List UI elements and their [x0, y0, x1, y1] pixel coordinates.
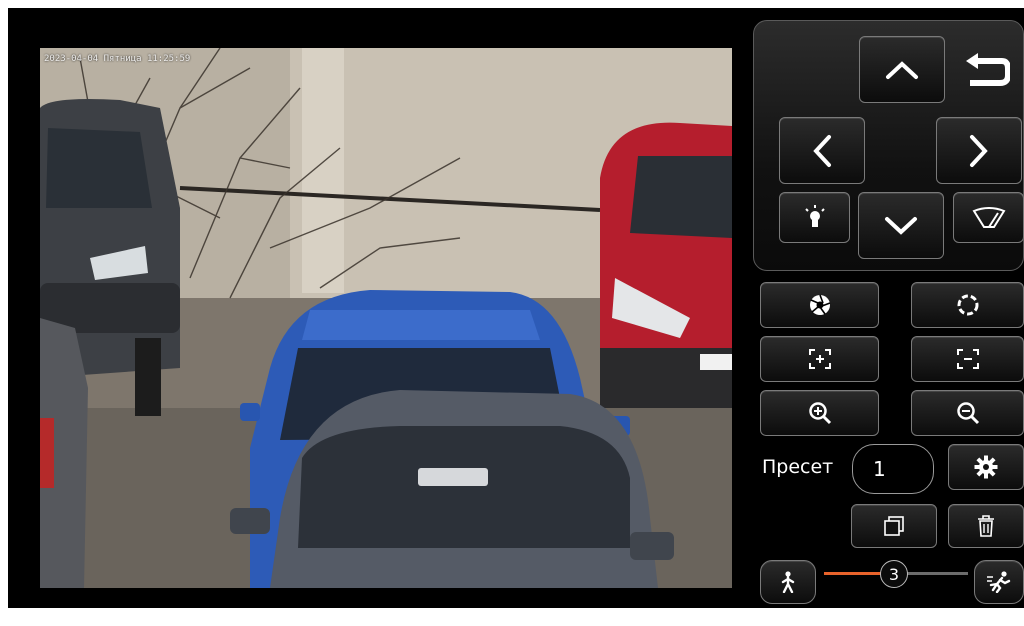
speed-slider-thumb[interactable]: 3 — [880, 560, 908, 588]
preset-copy-button[interactable] — [851, 504, 937, 548]
chevron-right-icon — [970, 134, 988, 167]
wiper-icon — [972, 206, 1005, 228]
video-scene — [40, 48, 732, 588]
preset-settings-button[interactable] — [948, 444, 1024, 490]
undo-arrow-icon — [966, 53, 1010, 86]
copy-icon — [884, 516, 904, 536]
focus-plus-icon — [808, 349, 831, 369]
pan-left-button[interactable] — [779, 117, 865, 184]
trash-icon — [978, 515, 994, 537]
preset-delete-button[interactable] — [948, 504, 1024, 548]
iris-close-button[interactable] — [911, 282, 1024, 328]
zoom-in-button[interactable] — [760, 390, 879, 436]
zoom-out-button[interactable] — [911, 390, 1024, 436]
pan-right-button[interactable] — [936, 117, 1022, 184]
focus-far-button[interactable] — [911, 336, 1024, 382]
iris-close-icon — [957, 294, 978, 316]
iris-open-button[interactable] — [760, 282, 879, 328]
zoom-out-icon — [956, 402, 979, 425]
light-bulb-icon — [804, 204, 825, 227]
iris-open-icon — [809, 294, 830, 315]
zoom-in-icon — [808, 402, 831, 425]
ptz-camera-page: 2023-04-04 Пятница 11:25:59 Пресет 1 3 — [0, 0, 1024, 626]
speed-slider-fill — [824, 572, 882, 575]
tilt-up-button[interactable] — [859, 36, 945, 103]
preset-label: Пресет — [762, 456, 834, 478]
focus-minus-icon — [956, 349, 979, 369]
speed-value: 3 — [888, 564, 900, 584]
chevron-up-icon — [886, 60, 918, 79]
wiper-button[interactable] — [953, 192, 1024, 243]
preset-number-input[interactable]: 1 — [852, 444, 934, 494]
running-person-icon — [987, 571, 1011, 593]
chevron-down-icon — [885, 216, 917, 235]
home-return-button[interactable] — [953, 40, 1019, 102]
chevron-left-icon — [813, 134, 831, 167]
preset-value: 1 — [873, 457, 886, 481]
gear-icon — [974, 455, 998, 479]
camera-video-feed[interactable]: 2023-04-04 Пятница 11:25:59 — [40, 48, 732, 588]
focus-near-button[interactable] — [760, 336, 879, 382]
tilt-down-button[interactable] — [858, 192, 944, 259]
video-timestamp-overlay: 2023-04-04 Пятница 11:25:59 — [44, 54, 191, 64]
walking-person-icon — [781, 571, 795, 593]
fast-speed-button[interactable] — [974, 560, 1024, 604]
slow-speed-button[interactable] — [760, 560, 816, 604]
light-button[interactable] — [779, 192, 850, 243]
